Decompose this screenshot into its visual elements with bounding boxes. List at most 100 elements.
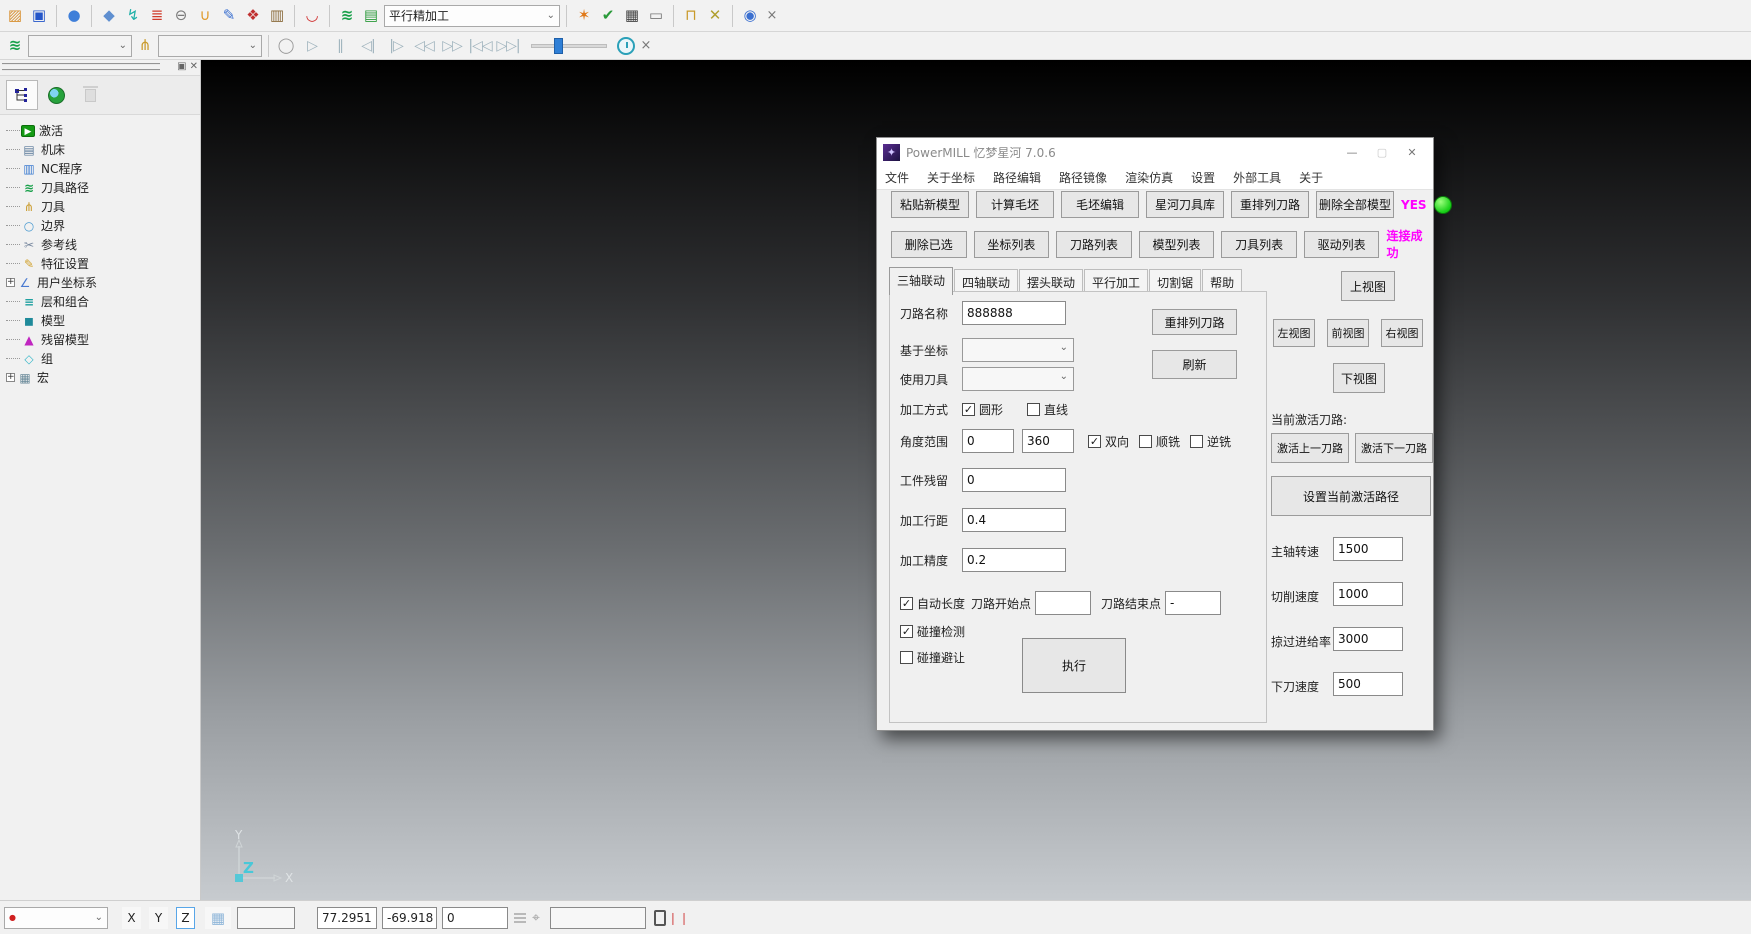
cutting-input[interactable] — [1333, 582, 1403, 606]
start-point-input[interactable] — [1035, 591, 1091, 615]
coord-x-box[interactable]: 77.2951 — [317, 907, 377, 929]
auto-length-checkbox[interactable]: ✓ — [900, 597, 913, 610]
tab-3axis[interactable]: 三轴联动 — [889, 267, 953, 295]
menu-path-edit[interactable]: 路径编辑 — [993, 169, 1041, 186]
go-end-button[interactable]: ▷▷| — [495, 38, 521, 54]
tree-item-groups[interactable]: ◇组 — [6, 349, 200, 368]
rearrange-button[interactable]: 重排列刀路 — [1152, 309, 1237, 335]
tree-item-models[interactable]: ◼模型 — [6, 311, 200, 330]
spindle-input[interactable] — [1333, 537, 1403, 561]
tree-item-toolpaths[interactable]: ≋刀具路径 — [6, 178, 200, 197]
tree-item-workplanes[interactable]: +∠用户坐标系 — [6, 273, 200, 292]
end-point-input[interactable] — [1165, 591, 1221, 615]
tree-item-machine[interactable]: ▤机床 — [6, 140, 200, 159]
delete-all-models-button[interactable]: 删除全部模型 — [1316, 191, 1394, 218]
use-tool-combo[interactable] — [962, 367, 1074, 391]
nc-program-icon[interactable]: ≣ — [146, 5, 168, 27]
clock-icon[interactable] — [617, 37, 635, 55]
view-bottom-button[interactable]: 下视图 — [1333, 363, 1385, 393]
pause-button[interactable]: ∥ — [327, 38, 353, 54]
expand-icon[interactable]: + — [6, 278, 15, 287]
activate-prev-button[interactable]: 激活上一刀路 — [1271, 433, 1349, 463]
model-list-button[interactable]: 模型列表 — [1139, 231, 1215, 258]
toolpath-icon[interactable]: ↯ — [122, 5, 144, 27]
calc-block-button[interactable]: 计算毛坯 — [976, 191, 1054, 218]
tree-item-activate[interactable]: ▶激活 — [6, 121, 200, 140]
minimize-button[interactable]: — — [1337, 141, 1367, 163]
tab-explorer-tree[interactable] — [6, 80, 38, 110]
measure-box[interactable] — [550, 907, 646, 929]
expand-icon[interactable]: + — [6, 373, 15, 382]
base-coord-combo[interactable] — [962, 338, 1074, 362]
strategy-combo[interactable]: 平行精加工 ⌄ — [384, 5, 560, 27]
angle-to-input[interactable] — [1022, 429, 1074, 453]
sim-toolpath-combo[interactable]: ⌄ — [28, 35, 132, 57]
stepover-input[interactable] — [962, 508, 1066, 532]
tree-item-tools[interactable]: ⋔刀具 — [6, 197, 200, 216]
mounting-icon[interactable]: ⊓ — [680, 5, 702, 27]
panel-grip[interactable]: ▣ ✕ — [0, 60, 200, 76]
tree-item-boundaries[interactable]: ○边界 — [6, 216, 200, 235]
axis-z-button[interactable]: Z — [176, 907, 195, 929]
tree-item-feature-sets[interactable]: ✎特征设置 — [6, 254, 200, 273]
collision-avoid-checkbox[interactable] — [900, 651, 913, 664]
paste-new-model-button[interactable]: 粘贴新模型 — [891, 191, 969, 218]
close-toolbar-icon[interactable]: × — [637, 38, 655, 53]
circle-checkbox[interactable]: ✓ — [962, 403, 975, 416]
line-checkbox[interactable] — [1027, 403, 1040, 416]
view-left-button[interactable]: 左视图 — [1273, 319, 1315, 347]
tree-item-patterns[interactable]: ✂参考线 — [6, 235, 200, 254]
execute-button[interactable]: 执行 — [1022, 638, 1126, 693]
tab-explorer-web[interactable] — [40, 80, 72, 110]
menu-render-sim[interactable]: 渲染仿真 — [1125, 169, 1173, 186]
xyz-list-icon[interactable] — [514, 913, 526, 923]
verify-icon[interactable]: ✔ — [597, 5, 619, 27]
drive-list-button[interactable]: 驱动列表 — [1304, 231, 1380, 258]
close-panel-icon[interactable]: ✕ — [190, 61, 198, 72]
view-front-button[interactable]: 前视图 — [1327, 319, 1369, 347]
ball-tool-icon[interactable]: ⊖ — [170, 5, 192, 27]
step-forward-button[interactable]: |▷ — [383, 38, 409, 54]
axis-y-button[interactable]: Y — [149, 907, 168, 929]
refresh-button[interactable]: 刷新 — [1152, 350, 1237, 379]
close-toolbar-icon[interactable]: × — [763, 8, 781, 23]
transform-icon[interactable]: ✕ — [704, 5, 726, 27]
collision-check-icon[interactable]: ✶ — [573, 5, 595, 27]
set-active-path-button[interactable]: 设置当前激活路径 — [1271, 476, 1431, 516]
sim-speed-slider[interactable] — [531, 44, 607, 48]
save-project-icon[interactable]: ▣ — [28, 5, 50, 27]
coord-list-button[interactable]: 坐标列表 — [974, 231, 1050, 258]
delete-selected-button[interactable]: 删除已选 — [891, 231, 967, 258]
sim-tool-combo[interactable]: ⌄ — [158, 35, 262, 57]
tool-library-button[interactable]: 星河刀具库 — [1146, 191, 1224, 218]
view-right-button[interactable]: 右视图 — [1381, 319, 1423, 347]
stock-input[interactable] — [962, 468, 1066, 492]
block-icon[interactable]: ◆ — [98, 5, 120, 27]
step-back-button[interactable]: ◁| — [355, 38, 381, 54]
view-top-button[interactable]: 上视图 — [1341, 271, 1395, 301]
conventional-checkbox[interactable] — [1190, 435, 1203, 448]
rewind-button[interactable]: ◁◁ — [411, 38, 437, 54]
measure-icon[interactable]: ▭ — [645, 5, 667, 27]
points-icon[interactable]: ❖ — [242, 5, 264, 27]
activate-next-button[interactable]: 激活下一刀路 — [1355, 433, 1433, 463]
toolpath-name-input[interactable] — [962, 301, 1066, 325]
probe-icon[interactable]: ⌖ — [532, 910, 540, 926]
menu-path-mirror[interactable]: 路径镜像 — [1059, 169, 1107, 186]
skim-input[interactable] — [1333, 627, 1403, 651]
collision-check-checkbox[interactable]: ✓ — [900, 625, 913, 638]
go-start-button[interactable]: |◁◁ — [467, 38, 493, 54]
grid-toggle-button[interactable]: ▦ — [205, 907, 231, 929]
dialog-titlebar[interactable]: ✦ PowerMILL 忆梦星河 7.0.6 — ▢ ✕ — [877, 138, 1433, 166]
slider-knob[interactable] — [554, 38, 563, 54]
open-project-icon[interactable]: ▨ — [4, 5, 26, 27]
tool-list-button[interactable]: 刀具列表 — [1221, 231, 1297, 258]
menu-file[interactable]: 文件 — [885, 169, 909, 186]
pattern-edit-icon[interactable]: ✎ — [218, 5, 240, 27]
coord-y-box[interactable]: -69.918 — [382, 907, 437, 929]
axis-x-button[interactable]: X — [122, 907, 141, 929]
calculator-icon[interactable]: ▦ — [621, 5, 643, 27]
viewmill-icon[interactable]: ● — [63, 5, 85, 27]
rearrange-toolpaths-button[interactable]: 重排列刀路 — [1231, 191, 1309, 218]
feature-set-icon[interactable]: ▥ — [266, 5, 288, 27]
